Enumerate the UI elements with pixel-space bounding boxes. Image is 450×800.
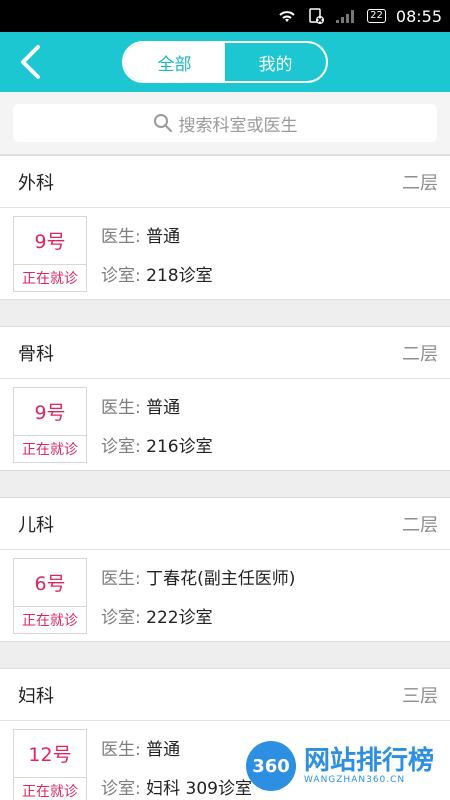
doctor-value: 普通 <box>146 226 181 247</box>
room-label: 诊室: <box>101 778 141 799</box>
queue-card: 12号 正在就诊 医生: 普通 诊室: 妇科 309诊室 <box>0 721 450 800</box>
queue-number: 9号 <box>34 401 66 424</box>
queue-state: 正在就诊 <box>14 776 86 800</box>
department-name: 妇科 <box>18 685 54 707</box>
department-floor: 三层 <box>402 685 438 707</box>
tab-mine[interactable]: 我的 <box>225 43 326 81</box>
room-row: 诊室: 218诊室 <box>101 261 213 286</box>
queue-card: 9号 正在就诊 医生: 普通 诊室: 218诊室 <box>0 208 450 299</box>
department-name: 儿科 <box>18 514 54 536</box>
queue-state: 正在就诊 <box>14 605 86 633</box>
room-label: 诊室: <box>101 265 141 286</box>
queue-card: 9号 正在就诊 医生: 普通 诊室: 216诊室 <box>0 379 450 470</box>
department-header: 妇科 三层 <box>0 669 450 721</box>
queue-number: 6号 <box>34 572 66 595</box>
doctor-info: 医生: 普通 诊室: 216诊室 <box>101 393 213 457</box>
queue-card: 6号 正在就诊 医生: 丁春花(副主任医师) 诊室: 222诊室 <box>0 550 450 641</box>
doctor-info: 医生: 丁春花(副主任医师) 诊室: 222诊室 <box>101 564 295 628</box>
signal-icon <box>335 8 357 24</box>
queue-number-box: 9号 正在就诊 <box>13 386 87 463</box>
room-row: 诊室: 妇科 309诊室 <box>101 774 252 799</box>
room-value: 218诊室 <box>146 265 213 286</box>
segmented-control: 全部 我的 <box>122 41 328 83</box>
room-row: 诊室: 216诊室 <box>101 432 213 457</box>
department-section[interactable]: 妇科 三层 12号 正在就诊 医生: 普通 诊室: 妇科 309诊室 <box>0 668 450 800</box>
room-label: 诊室: <box>101 436 141 457</box>
doctor-row: 医生: 普通 <box>101 735 252 760</box>
wifi-icon <box>277 8 297 24</box>
department-floor: 二层 <box>402 514 438 536</box>
chevron-left-icon <box>21 45 40 79</box>
doctor-row: 医生: 丁春花(副主任医师) <box>101 564 295 589</box>
department-floor: 二层 <box>402 343 438 365</box>
search-icon <box>153 114 172 132</box>
status-bar: 22 08:55 <box>0 0 450 32</box>
department-section[interactable]: 骨科 二层 9号 正在就诊 医生: 普通 诊室: 216诊室 <box>0 326 450 471</box>
department-header: 儿科 二层 <box>0 498 450 550</box>
doctor-label: 医生: <box>101 226 141 247</box>
back-button[interactable] <box>12 42 48 82</box>
clock: 08:55 <box>395 6 442 26</box>
department-header: 骨科 二层 <box>0 327 450 379</box>
doctor-label: 医生: <box>101 739 141 760</box>
queue-number: 12号 <box>28 743 72 766</box>
queue-number-box: 12号 正在就诊 <box>13 728 87 800</box>
doctor-value: 普通 <box>146 397 181 418</box>
department-header: 外科 二层 <box>0 156 450 208</box>
room-value: 222诊室 <box>146 607 213 628</box>
search-placeholder: 搜索科室或医生 <box>178 115 298 136</box>
room-row: 诊室: 222诊室 <box>101 603 295 628</box>
queue-number: 9号 <box>34 230 66 253</box>
search-input[interactable]: 搜索科室或医生 <box>13 104 437 142</box>
sim-off-icon <box>307 7 325 25</box>
doctor-row: 医生: 普通 <box>101 222 213 247</box>
department-floor: 二层 <box>402 172 438 194</box>
department-section[interactable]: 外科 二层 9号 正在就诊 医生: 普通 诊室: 218诊室 <box>0 155 450 300</box>
doctor-value: 丁春花(副主任医师) <box>146 568 296 589</box>
room-value: 216诊室 <box>146 436 213 457</box>
doctor-info: 医生: 普通 诊室: 妇科 309诊室 <box>101 735 252 799</box>
queue-number-box: 6号 正在就诊 <box>13 557 87 634</box>
room-value: 妇科 309诊室 <box>146 778 252 799</box>
tab-all[interactable]: 全部 <box>124 43 225 81</box>
department-name: 外科 <box>18 172 54 194</box>
doctor-label: 医生: <box>101 568 141 589</box>
queue-state: 正在就诊 <box>14 263 86 291</box>
battery-icon: 22 <box>367 9 386 23</box>
doctor-row: 医生: 普通 <box>101 393 213 418</box>
queue-number-box: 9号 正在就诊 <box>13 215 87 292</box>
doctor-label: 医生: <box>101 397 141 418</box>
queue-state: 正在就诊 <box>14 434 86 462</box>
department-name: 骨科 <box>18 343 54 365</box>
app-header: 全部 我的 <box>0 32 450 92</box>
search-area: 搜索科室或医生 <box>0 92 450 155</box>
doctor-value: 普通 <box>146 739 181 760</box>
doctor-info: 医生: 普通 诊室: 218诊室 <box>101 222 213 286</box>
department-section[interactable]: 儿科 二层 6号 正在就诊 医生: 丁春花(副主任医师) 诊室: 222诊室 <box>0 497 450 642</box>
room-label: 诊室: <box>101 607 141 628</box>
